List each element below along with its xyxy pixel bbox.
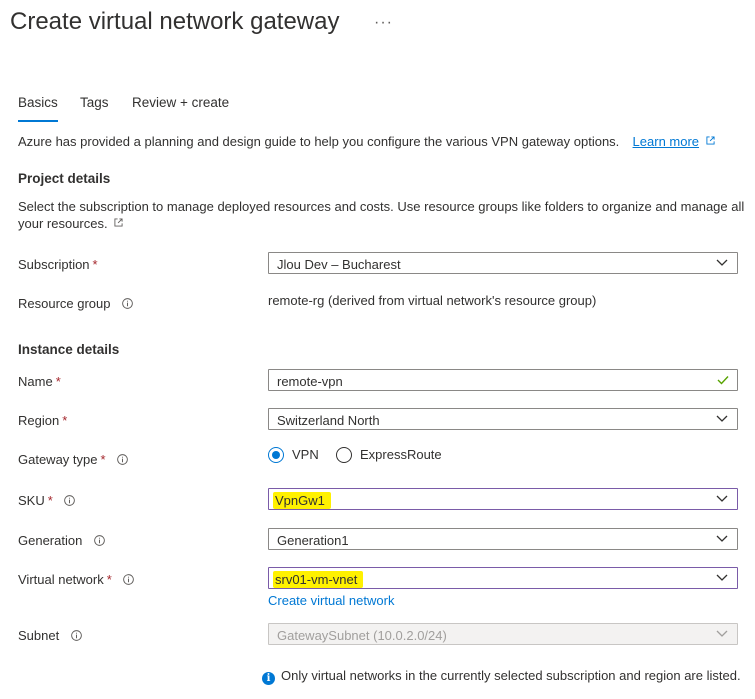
gateway-type-radio-group: VPN ExpressRoute [268,447,442,463]
required-marker: * [92,257,98,272]
radio-vpn[interactable]: VPN [268,447,319,463]
virtual-network-value: srv01-vm-vnet [273,571,364,588]
info-icon[interactable] [117,454,129,465]
more-options-icon[interactable]: ··· [374,14,393,32]
generation-value: Generation1 [277,533,349,548]
info-icon[interactable] [123,574,135,585]
resource-group-label-text: Resource group [18,296,111,311]
sku-value-text: VpnGw1 [273,492,331,509]
region-value: Switzerland North [277,413,380,428]
sku-dropdown[interactable]: VpnGw1 [268,488,738,510]
virtual-network-label: Virtual network * [18,572,135,587]
project-desc-text: your resources. [18,216,108,231]
checkmark-icon [717,376,729,385]
project-desc-line1: Select the subscription to manage deploy… [18,199,745,214]
required-marker: * [47,493,53,508]
sku-label: SKU * [18,493,76,508]
create-virtual-network-link[interactable]: Create virtual network [268,593,394,608]
info-note: i Only virtual networks in the currently … [262,668,741,685]
subnet-label-text: Subnet [18,628,60,643]
radio-expressroute-circle[interactable] [335,447,352,463]
learn-more-link[interactable]: Learn more [633,134,699,149]
intro-description: Azure has provided a planning and design… [18,134,620,149]
tab-basics[interactable]: Basics [18,95,58,122]
chevron-down-icon [716,574,728,581]
required-marker: * [62,413,68,428]
region-label: Region * [18,413,67,428]
chevron-down-icon [716,495,728,502]
radio-expressroute-label[interactable]: ExpressRoute [360,447,442,462]
tab-tags[interactable]: Tags [80,95,109,110]
info-note-text: Only virtual networks in the currently s… [281,668,741,683]
external-link-icon[interactable] [114,218,123,227]
virtual-network-value-text: srv01-vm-vnet [273,571,364,588]
radio-expressroute[interactable]: ExpressRoute [335,447,442,463]
chevron-down-icon [716,630,728,637]
generation-dropdown[interactable]: Generation1 [268,528,738,550]
sku-value: VpnGw1 [273,492,331,509]
project-desc-line2: your resources. [18,216,123,231]
virtual-network-label-text: Virtual network [18,572,104,587]
tab-review-create[interactable]: Review + create [132,95,229,110]
chevron-down-icon [716,535,728,542]
subscription-label-text: Subscription [18,257,90,272]
subnet-value: GatewaySubnet (10.0.2.0/24) [277,628,447,643]
gateway-type-label-text: Gateway type [18,452,98,467]
subscription-label: Subscription * [18,257,98,272]
name-value: remote-vpn [277,374,343,389]
chevron-down-icon [716,415,728,422]
required-marker: * [106,572,112,587]
generation-label-text: Generation [18,533,83,548]
subscription-dropdown[interactable]: Jlou Dev – Bucharest [268,252,738,274]
intro-text: Azure has provided a planning and design… [18,134,715,149]
page-title: Create virtual network gateway [10,8,340,35]
external-link-icon [706,136,715,145]
info-icon[interactable] [94,535,105,546]
name-input[interactable]: remote-vpn [268,369,738,391]
info-icon[interactable] [64,495,76,506]
subnet-dropdown: GatewaySubnet (10.0.2.0/24) [268,623,738,645]
sku-label-text: SKU [18,493,45,508]
info-icon[interactable] [122,298,133,309]
info-icon[interactable] [71,630,82,641]
required-marker: * [100,452,106,467]
region-dropdown[interactable]: Switzerland North [268,408,738,430]
region-label-text: Region [18,413,60,428]
required-marker: * [55,374,61,389]
radio-vpn-circle[interactable] [268,447,284,463]
name-label-text: Name [18,374,53,389]
subnet-label: Subnet [18,628,82,643]
project-details-heading: Project details [18,171,111,186]
chevron-down-icon [716,259,728,266]
virtual-network-dropdown[interactable]: srv01-vm-vnet [268,567,738,589]
radio-vpn-label[interactable]: VPN [292,447,319,462]
name-label: Name * [18,374,61,389]
instance-details-heading: Instance details [18,342,120,357]
gateway-type-label: Gateway type * [18,452,129,467]
subscription-value: Jlou Dev – Bucharest [277,257,401,272]
info-filled-icon: i [262,672,275,685]
generation-label: Generation [18,533,105,548]
resource-group-label: Resource group [18,296,133,311]
resource-group-value: remote-rg (derived from virtual network'… [268,293,597,308]
